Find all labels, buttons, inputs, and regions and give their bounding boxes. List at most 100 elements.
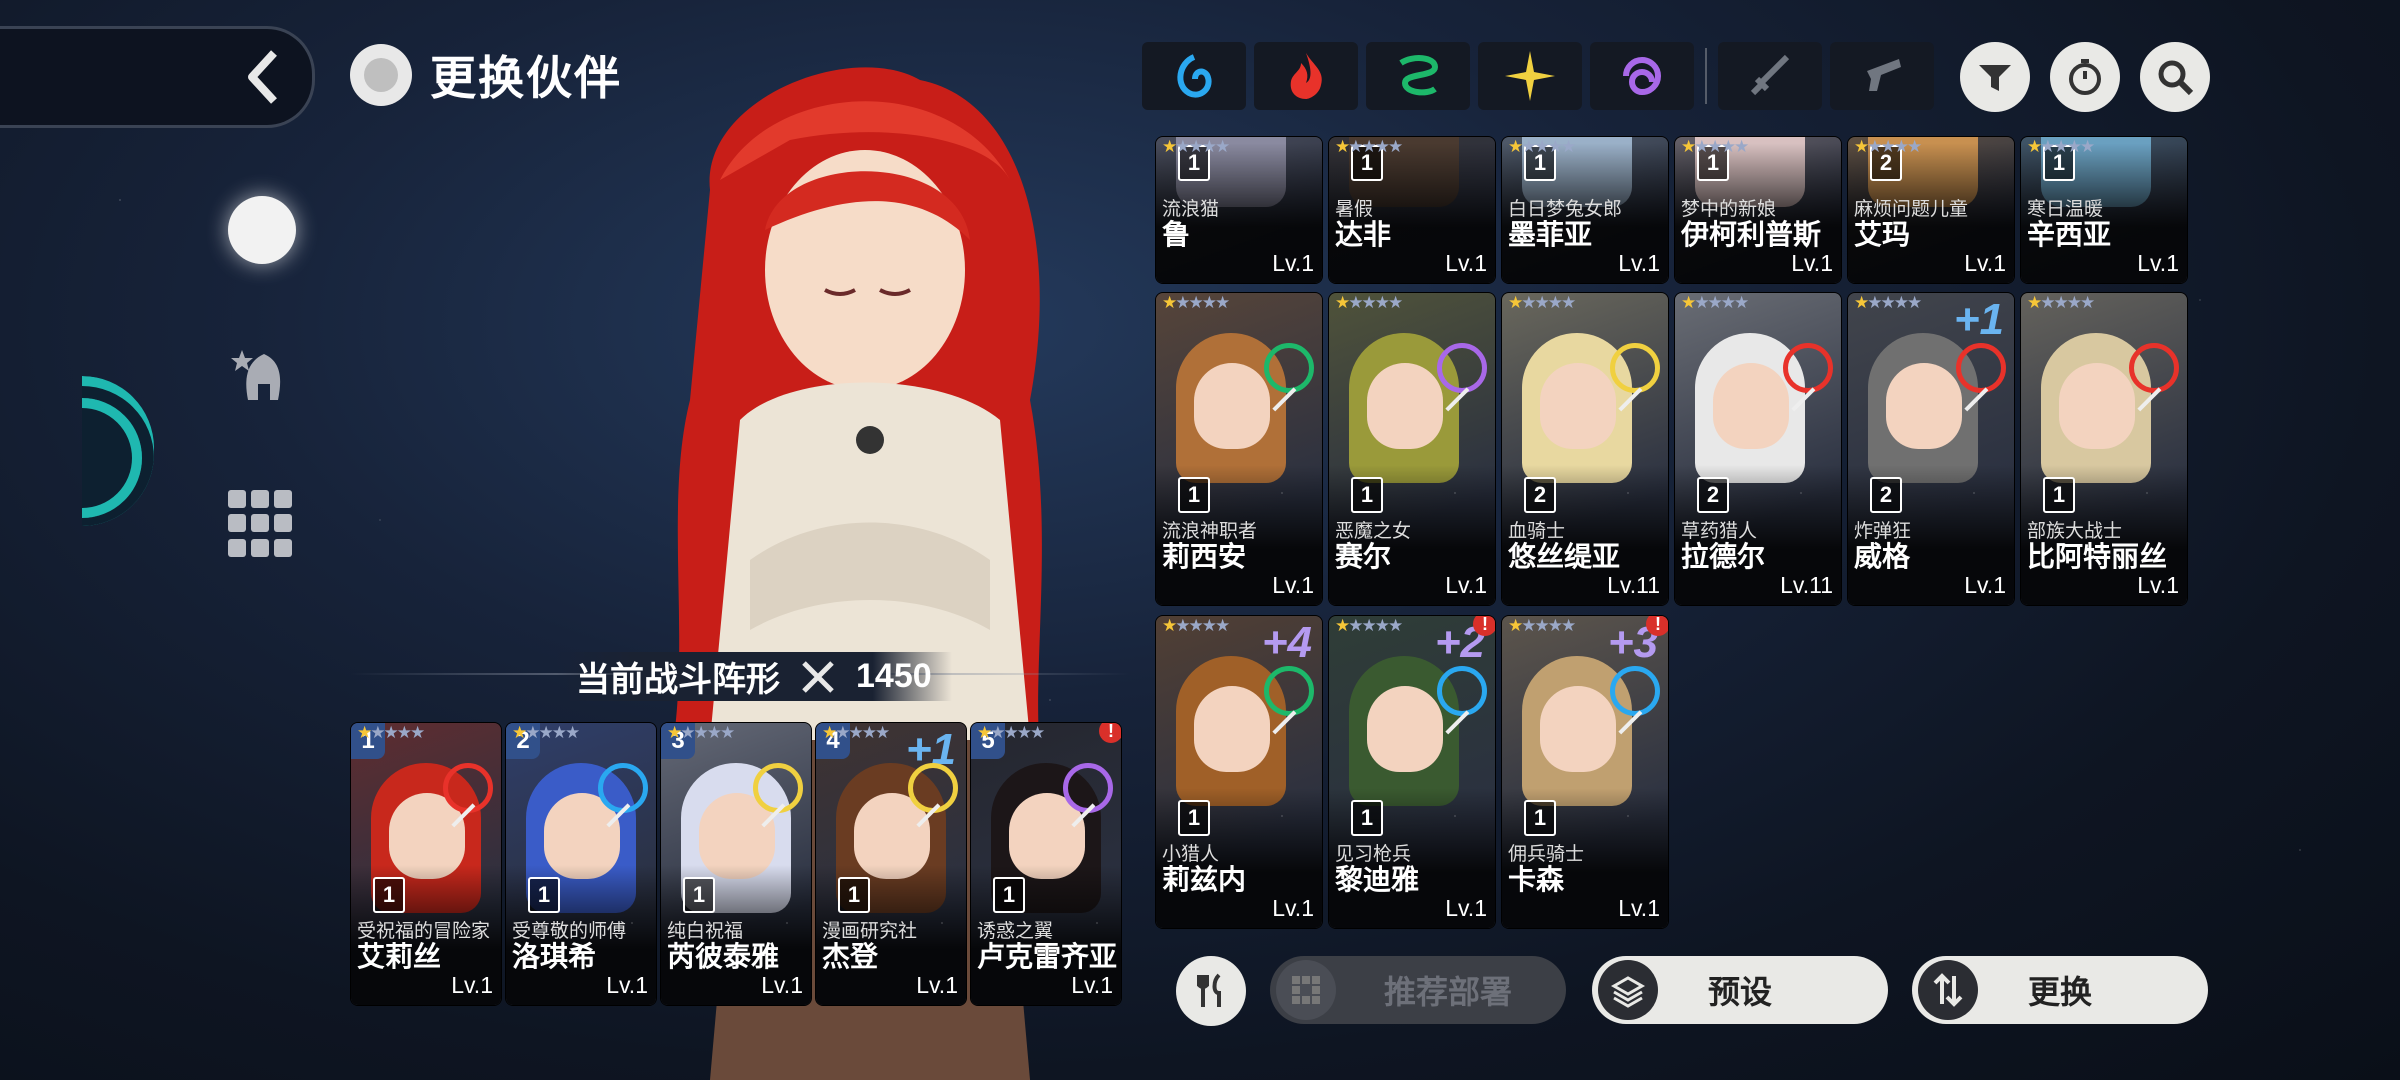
fire-element-icon bbox=[1956, 343, 2006, 393]
character-name: 莉西安 bbox=[1162, 541, 1247, 572]
layers-icon bbox=[1598, 960, 1658, 1020]
character-name: 莉兹内 bbox=[1162, 864, 1247, 895]
roster-card[interactable]: 1 恶魔之女 赛尔 ★★★★★ Lv.1 bbox=[1328, 292, 1496, 606]
fire-element-icon bbox=[2129, 343, 2179, 393]
water-element-icon bbox=[1610, 666, 1660, 716]
roster-card[interactable]: 1 部族大战士 比阿特丽丝 ★★★★★ Lv.1 bbox=[2020, 292, 2188, 606]
filter-gun[interactable] bbox=[1830, 42, 1934, 110]
replace-label: 更换 bbox=[2027, 974, 2092, 1010]
team-card[interactable]: 2 1 受尊敬的师傅 洛琪希 ★★★★★ Lv.1 bbox=[505, 722, 657, 1006]
slot-number: 4 bbox=[816, 723, 850, 759]
search-button[interactable] bbox=[2140, 42, 2210, 112]
sort-filter-icon bbox=[1979, 65, 2011, 91]
companion-tab-icon[interactable] bbox=[228, 196, 296, 264]
alert-badge: ! bbox=[1099, 723, 1121, 743]
roster-card[interactable]: 2 麻烦问题儿童 艾玛 ★★★★★ Lv.1 bbox=[1847, 136, 2015, 284]
rank-badge: 2 bbox=[1870, 145, 1902, 181]
character-name: 芮彼泰雅 bbox=[667, 941, 780, 972]
character-level: Lv.1 bbox=[1445, 572, 1487, 598]
character-name: 卢克雷齐亚 bbox=[977, 941, 1118, 972]
character-level: Lv.11 bbox=[1607, 572, 1660, 598]
back-bar[interactable] bbox=[0, 26, 315, 128]
recommend-label: 推荐部署 bbox=[1383, 974, 1512, 1010]
character-name: 鲁 bbox=[1162, 219, 1191, 250]
roster-card[interactable]: +1 2 炸弹狂 威格 ★★★★★ Lv.1 bbox=[1847, 292, 2015, 606]
filter-dark[interactable] bbox=[1590, 42, 1694, 110]
timer-icon bbox=[2069, 59, 2101, 95]
rank-badge: 1 bbox=[528, 877, 560, 913]
filter-wind[interactable] bbox=[1366, 42, 1470, 110]
dark-element-icon bbox=[1437, 343, 1487, 393]
character-level: Lv.11 bbox=[1780, 572, 1833, 598]
team-card[interactable]: 3 1 纯白祝福 芮彼泰雅 ★★★★★ Lv.1 bbox=[660, 722, 812, 1006]
light-element-icon bbox=[1505, 51, 1555, 101]
roster-card[interactable]: 1 流浪猫鲁 ★★★★★ Lv.1 bbox=[1155, 136, 1323, 284]
fork-knife-icon bbox=[1197, 973, 1221, 1007]
right-toolbar bbox=[1960, 42, 2210, 112]
filter-water[interactable] bbox=[1142, 42, 1246, 110]
fire-element-icon bbox=[1783, 343, 1833, 393]
swap-arrows-icon bbox=[1918, 960, 1978, 1020]
slot-number: 1 bbox=[351, 723, 385, 759]
character-level: Lv.1 bbox=[1272, 250, 1314, 276]
timer-button[interactable] bbox=[2050, 42, 2120, 112]
roster-card[interactable]: 1 梦中的新娘 伊柯利普斯 ★★★★★ Lv.1 bbox=[1674, 136, 1842, 284]
roster-card[interactable]: 1 寒日温暖 辛西亚 ★★★★★ Lv.1 bbox=[2020, 136, 2188, 284]
page-header: 更换伙伴 bbox=[350, 40, 622, 110]
card-face bbox=[1540, 363, 1616, 449]
rank-badge: 1 bbox=[1351, 145, 1383, 181]
character-level: Lv.1 bbox=[1272, 895, 1314, 921]
rank-badge: 1 bbox=[373, 877, 405, 913]
alert-badge: ! bbox=[1646, 616, 1668, 636]
sort-filter-button[interactable] bbox=[1960, 42, 2030, 112]
filter-sword[interactable] bbox=[1718, 42, 1822, 110]
side-swirl-decoration bbox=[82, 376, 154, 526]
character-level: Lv.1 bbox=[1445, 895, 1487, 921]
light-element-icon bbox=[1610, 343, 1660, 393]
grid-menu-icon[interactable] bbox=[228, 490, 296, 558]
back-chevron-icon[interactable] bbox=[244, 49, 284, 105]
roster-card[interactable]: 1 白日梦兔女郎 墨菲亚 ★★★★★ Lv.1 bbox=[1501, 136, 1669, 284]
water-element-icon bbox=[1437, 666, 1487, 716]
rank-badge: 1 bbox=[683, 877, 715, 913]
roster-card[interactable]: 2 血骑士 悠丝缇亚 ★★★★★ Lv.11 bbox=[1501, 292, 1669, 606]
rank-badge: 2 bbox=[1870, 477, 1902, 513]
character-name: 艾玛 bbox=[1854, 219, 1911, 250]
recommend-deploy-button[interactable]: 推荐部署 bbox=[1270, 956, 1566, 1024]
upgrade-badge: +4 bbox=[1261, 618, 1312, 667]
character-name: 达非 bbox=[1335, 219, 1392, 250]
character-level: Lv.1 bbox=[451, 972, 493, 998]
roster-card[interactable]: +2! 1 见习枪兵 黎迪雅 ★★★★★ Lv.1 bbox=[1328, 615, 1496, 929]
character-name: 黎迪雅 bbox=[1335, 864, 1420, 895]
gun-icon bbox=[1867, 59, 1901, 91]
food-button[interactable] bbox=[1176, 956, 1246, 1026]
team-card[interactable]: 4 +1 1 漫画研究社 杰登 ★★★★★ Lv.1 bbox=[815, 722, 967, 1006]
character-name: 伊柯利普斯 bbox=[1681, 219, 1822, 250]
preset-button[interactable]: 预设 bbox=[1592, 956, 1888, 1024]
roster-card[interactable]: +4 1 小猎人 莉兹内 ★★★★★ Lv.1 bbox=[1155, 615, 1323, 929]
crossed-swords-icon bbox=[802, 660, 834, 693]
water-element-icon bbox=[598, 763, 648, 813]
roster-card[interactable]: 1 暑假 达非 ★★★★★ Lv.1 bbox=[1328, 136, 1496, 284]
rank-badge: 1 bbox=[1524, 800, 1556, 836]
warrior-helmet-icon[interactable] bbox=[228, 340, 296, 408]
rank-badge: 2 bbox=[1697, 477, 1729, 513]
character-level: Lv.1 bbox=[916, 972, 958, 998]
light-element-icon bbox=[753, 763, 803, 813]
team-card[interactable]: 5! 1 诱惑之翼 卢克雷齐亚 ★★★★★ Lv.1 bbox=[970, 722, 1122, 1006]
character-level: Lv.1 bbox=[1272, 572, 1314, 598]
replace-button[interactable]: 更换 bbox=[1912, 956, 2208, 1024]
filter-light[interactable] bbox=[1478, 42, 1582, 110]
character-name: 辛西亚 bbox=[2027, 219, 2112, 250]
rank-badge: 2 bbox=[1524, 477, 1556, 513]
roster-card[interactable]: +3! 1 佣兵骑士 卡森 ★★★★★ Lv.1 bbox=[1501, 615, 1669, 929]
filter-fire[interactable] bbox=[1254, 42, 1358, 110]
character-name: 洛琪希 bbox=[512, 941, 597, 972]
roster-card[interactable]: 1 流浪神职者 莉西安 ★★★★★ Lv.1 bbox=[1155, 292, 1323, 606]
upgrade-badge: +1 bbox=[1953, 295, 2004, 344]
dark-element-icon bbox=[1063, 763, 1113, 813]
rank-badge: 1 bbox=[1351, 477, 1383, 513]
team-card[interactable]: 1 1 受祝福的冒险家 艾莉丝 ★★★★★ Lv.1 bbox=[350, 722, 502, 1006]
roster-card[interactable]: 2 草药猎人 拉德尔 ★★★★★ Lv.11 bbox=[1674, 292, 1842, 606]
character-level: Lv.1 bbox=[1791, 250, 1833, 276]
